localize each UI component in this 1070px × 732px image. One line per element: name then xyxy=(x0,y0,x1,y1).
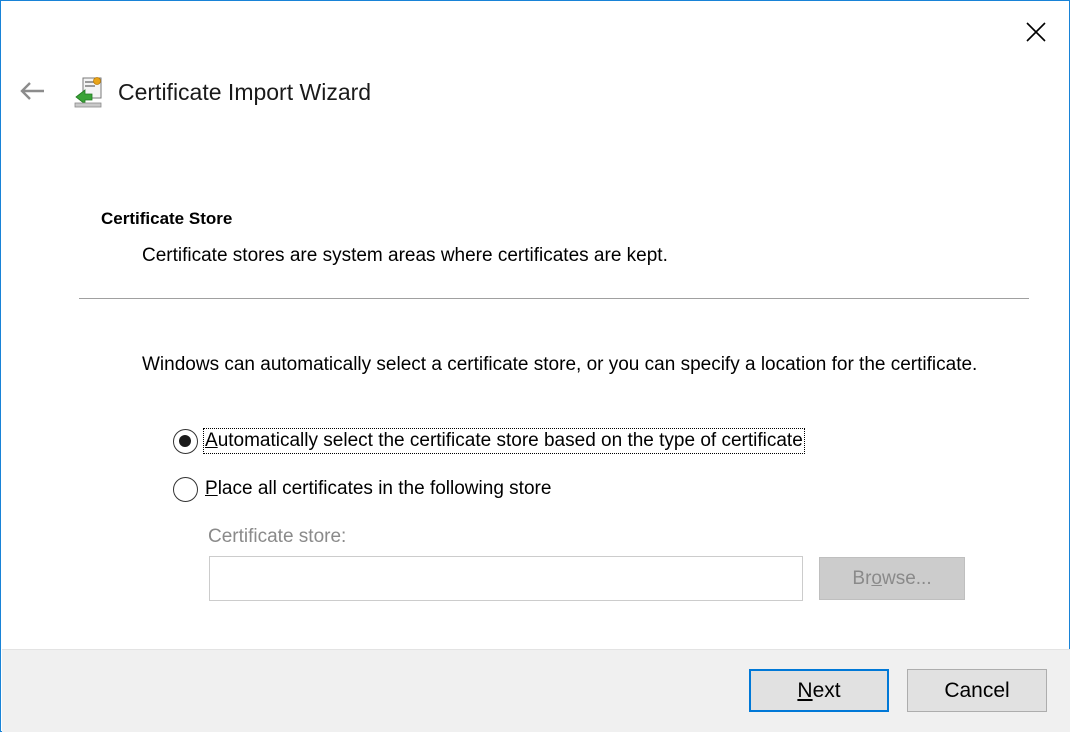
place-in-store-radio[interactable] xyxy=(173,476,198,502)
auto-select-radio[interactable] xyxy=(173,428,198,454)
auto-select-store-option[interactable]: Automatically select the certificate sto… xyxy=(173,427,805,455)
browse-button[interactable]: Br o wse... xyxy=(819,557,965,600)
header-divider xyxy=(79,298,1029,299)
place-in-store-label[interactable]: Place all certificates in the following … xyxy=(204,477,552,501)
browse-label-pre: Br xyxy=(852,567,872,589)
next-button[interactable]: Next xyxy=(749,669,889,712)
back-arrow-icon xyxy=(20,82,44,100)
certificate-store-input[interactable] xyxy=(209,556,803,601)
next-label-text: ext xyxy=(812,678,841,702)
back-button[interactable] xyxy=(15,75,49,107)
wizard-window: Certificate Import Wizard Certificate St… xyxy=(0,0,1070,732)
place-in-store-label-text: lace all certificates in the following s… xyxy=(217,478,552,499)
place-in-store-mnemonic: P xyxy=(205,478,218,499)
browse-mnemonic: o xyxy=(871,567,882,589)
place-in-store-option[interactable]: Place all certificates in the following … xyxy=(173,475,552,503)
auto-select-mnemonic: A xyxy=(205,430,218,451)
close-icon xyxy=(1026,22,1046,42)
next-mnemonic: N xyxy=(797,678,813,702)
wizard-title: Certificate Import Wizard xyxy=(118,79,372,105)
auto-select-label-text: utomatically select the certificate stor… xyxy=(217,430,803,451)
browse-label-post: wse... xyxy=(881,567,932,589)
close-button[interactable] xyxy=(1013,13,1059,51)
section-description: Certificate stores are system areas wher… xyxy=(142,245,668,266)
section-title: Certificate Store xyxy=(101,209,233,228)
intro-text: Windows can automatically select a certi… xyxy=(142,354,978,375)
certificate-wizard-icon xyxy=(74,77,102,108)
certificate-store-label: Certificate store: xyxy=(208,526,347,547)
auto-select-label[interactable]: Automatically select the certificate sto… xyxy=(203,428,805,454)
cancel-button[interactable]: Cancel xyxy=(907,669,1047,712)
